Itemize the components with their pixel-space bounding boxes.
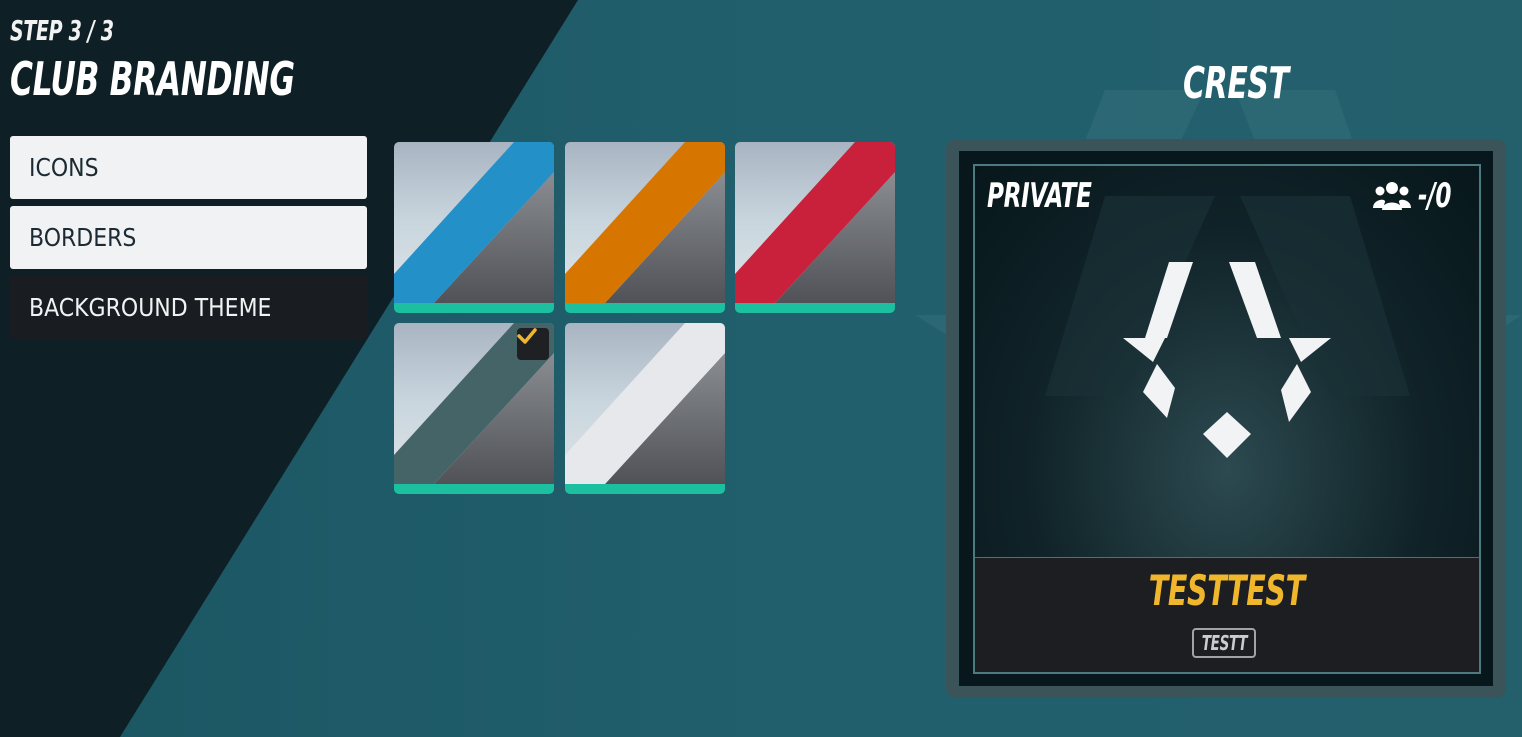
theme-swatch-red[interactable] (735, 142, 895, 313)
swatch-accent-bar (735, 303, 895, 313)
menu-item-background-theme[interactable]: BACKGROUND THEME (10, 276, 367, 339)
menu-item-borders[interactable]: BORDERS (10, 206, 367, 269)
theme-swatch-teal-grey[interactable] (394, 323, 554, 494)
theme-swatch-white[interactable] (565, 323, 725, 494)
club-emblem-icon (1123, 262, 1331, 458)
crest-title: CREST (1183, 58, 1289, 109)
menu-item-icons[interactable]: ICONS (10, 136, 367, 199)
selected-check-icon (517, 328, 549, 360)
swatch-accent-bar (394, 484, 554, 494)
swatch-art (565, 142, 725, 303)
club-name: TESTTEST (1148, 566, 1306, 615)
crest-nameplate: TESTTEST TESTT (975, 557, 1479, 672)
club-tag: TESTT (1201, 631, 1247, 655)
members-icon (1373, 182, 1412, 210)
theme-swatch-blue[interactable] (394, 142, 554, 313)
step-indicator: STEP 3 / 3 (10, 14, 114, 47)
member-count-value: -/0 (1418, 176, 1452, 216)
club-tag-badge: TESTT (1192, 628, 1256, 658)
menu-item-label: ICONS (29, 153, 99, 182)
crest-preview-card: PRIVATE -/0 TESTTEST TESTT (973, 164, 1481, 674)
swatch-accent-bar (394, 303, 554, 313)
swatch-accent-bar (565, 303, 725, 313)
member-count: -/0 (1372, 176, 1467, 216)
swatch-accent-bar (565, 484, 725, 494)
menu-item-label: BORDERS (29, 223, 137, 252)
swatch-art (565, 323, 725, 484)
menu-item-label: BACKGROUND THEME (29, 293, 272, 322)
swatch-art (735, 142, 895, 303)
theme-swatch-orange[interactable] (565, 142, 725, 313)
page-title: CLUB BRANDING (10, 52, 295, 106)
swatch-art (394, 142, 554, 303)
privacy-label: PRIVATE (987, 176, 1092, 216)
branding-menu: ICONS BORDERS BACKGROUND THEME (10, 136, 367, 346)
club-name-wrap: TESTTEST (975, 566, 1479, 615)
